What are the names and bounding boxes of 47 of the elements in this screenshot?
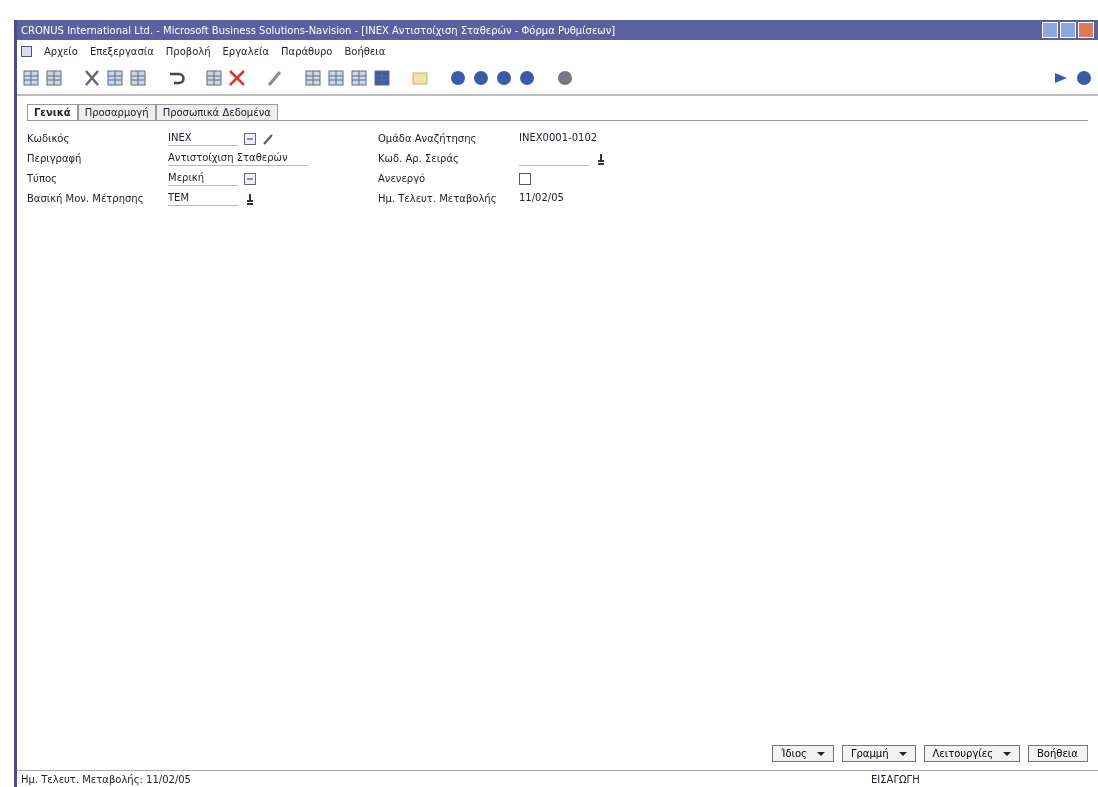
menu-item[interactable]: Αρχείο [44,45,78,57]
form-button[interactable]: Βοήθεια [1028,745,1088,762]
select-icon[interactable] [595,152,607,165]
field-label: Ανενεργό [378,173,427,184]
menu-item[interactable]: Παράθυρο [281,45,333,57]
delete-icon[interactable] [227,68,247,88]
field-label: Τύπος [27,173,58,184]
grid-icon[interactable] [303,68,323,88]
menu-item[interactable]: Επεξεργασία [89,45,154,57]
app-icon[interactable] [21,45,32,57]
list-icon[interactable] [349,68,369,88]
field-label: Περιγραφή [27,153,83,164]
dropdown-icon [898,750,907,757]
input-field[interactable]: Αντιστοίχιση Σταθερών [168,151,308,166]
dropdown-icon [1003,750,1011,757]
status-text: Ημ. Τελευτ. Μεταβολής: 11/02/05 [21,773,191,785]
field-label: Κωδικός [27,133,71,144]
tab[interactable]: Προσαρμογή [77,104,156,120]
lookup-icon[interactable] [244,132,256,145]
tab[interactable]: Προσωπικά Δεδομένα [155,104,278,120]
input-field[interactable]: ΤΕΜ [168,191,238,206]
dropdown-icon [816,750,825,757]
status-mode: ΕΙΣΑΓΩΓΗ [871,773,920,785]
lookup-icon[interactable] [244,172,256,185]
pencil-icon[interactable] [262,132,274,145]
close-button[interactable] [1078,22,1094,38]
menu-item[interactable]: Βοήθεια [344,45,386,57]
input-field[interactable]: 11/02/05 [519,192,609,205]
select-icon[interactable] [244,192,256,205]
field-label: Ημ. Τελευτ. Μεταβολής [378,193,498,204]
grid-icon[interactable] [326,68,346,88]
menu-item[interactable]: Εργαλεία [222,45,269,57]
input-field[interactable]: INEX [168,131,238,146]
menu-item[interactable]: Προβολή [165,45,211,57]
form-button[interactable]: Γραμμή [841,745,916,762]
input-field[interactable]: INEX0001-0102 [519,132,609,145]
field-label: Κωδ. Αρ. Σειράς [378,153,460,164]
checkbox[interactable] [519,172,531,185]
field-label: Ομάδα Αναζήτησης [378,133,478,144]
field-label: Βασική Μον. Μέτρησης [27,193,145,204]
table-icon[interactable] [204,68,224,88]
tab[interactable]: Γενικά [27,104,78,120]
form-button[interactable]: Λειτουργίες [923,745,1020,762]
window-title: CRONUS International Ltd. - Microsoft Business Solutions-Navision - [INEX Αντιστοίχιση Σταθερών - Φόρμα Ρυθμίσεων] [21,24,616,36]
form-button[interactable]: Ίδιος [772,745,834,762]
cut-icon[interactable] [82,68,102,88]
input-field[interactable]: Μερική [168,171,238,186]
